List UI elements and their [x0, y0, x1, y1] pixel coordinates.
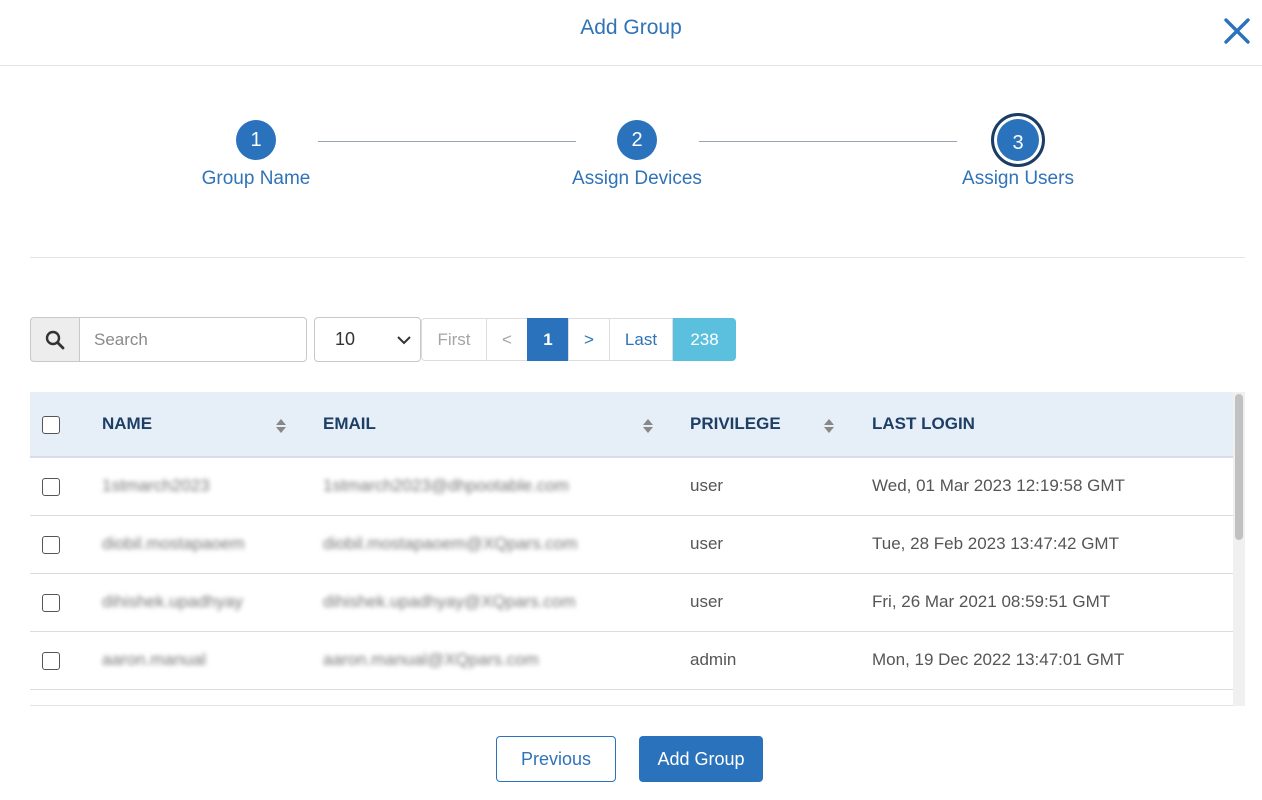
modal-header: Add Group: [0, 0, 1262, 66]
user-email: 1stmarch2023@dhpootable.com: [323, 476, 569, 496]
step-number: 2: [617, 120, 657, 160]
row-checkbox[interactable]: [42, 477, 60, 496]
pagination: First < 1 > Last 238: [421, 318, 736, 361]
table-row[interactable]: 1stmarch2023 1stmarch2023@dhpootable.com…: [30, 457, 1233, 515]
step-assign-users[interactable]: 3 Assign Users: [928, 113, 1108, 190]
chevron-down-icon: [397, 336, 411, 345]
column-header-privilege[interactable]: PRIVILEGE: [690, 392, 872, 458]
previous-button[interactable]: Previous: [496, 736, 616, 782]
search-icon: [45, 330, 65, 349]
step-label: Group Name: [201, 168, 311, 189]
step-number: 1: [236, 120, 276, 160]
total-count-badge: 238: [673, 318, 736, 361]
add-group-button[interactable]: Add Group: [639, 736, 763, 782]
step-assign-devices[interactable]: 2 Assign Devices: [547, 120, 727, 190]
pagination-prev[interactable]: <: [486, 318, 528, 361]
scrollbar-thumb[interactable]: [1235, 394, 1243, 540]
user-name: 1stmarch2023: [102, 476, 210, 496]
user-name: dihishek.upadhyay: [102, 592, 243, 611]
user-last-login: Mon, 19 Dec 2022 13:47:01 GMT: [872, 650, 1125, 669]
step-label: Assign Users: [962, 168, 1074, 189]
sort-icon[interactable]: [823, 418, 835, 434]
pagination-first[interactable]: First: [421, 318, 487, 361]
column-header-last-login[interactable]: LAST LOGIN: [872, 392, 1233, 458]
pagination-current-page[interactable]: 1: [527, 318, 569, 361]
user-privilege: admin: [690, 650, 737, 669]
search-button[interactable]: [30, 317, 80, 362]
table-row[interactable]: aaron.manual aaron.manual@XQpars.com adm…: [30, 631, 1233, 689]
user-privilege: user: [690, 534, 724, 553]
row-checkbox[interactable]: [42, 535, 60, 554]
step-connector-1-2: [318, 141, 576, 142]
table-row[interactable]: dihishek.upadhyay dihishek.upadhyay@XQpa…: [30, 573, 1233, 631]
step-label: Assign Devices: [572, 168, 702, 189]
user-privilege: user: [690, 476, 724, 496]
user-email: diobil.mostapaoem@XQpars.com: [323, 534, 578, 553]
pagination-next[interactable]: >: [568, 318, 610, 361]
step-number: 3: [991, 113, 1045, 167]
column-label: NAME: [102, 414, 153, 433]
user-name: diobil.mostapaoem: [102, 534, 245, 553]
user-last-login: Wed, 01 Mar 2023 12:19:58 GMT: [872, 476, 1125, 496]
modal-footer: Previous Add Group: [0, 736, 1262, 782]
table-scrollbar[interactable]: [1233, 392, 1245, 706]
column-label: EMAIL: [323, 414, 376, 433]
step-group-name[interactable]: 1 Group Name: [166, 120, 346, 190]
column-label: PRIVILEGE: [690, 414, 781, 433]
user-privilege: user: [690, 592, 724, 611]
step-connector-2-3: [699, 141, 957, 142]
close-button[interactable]: [1220, 14, 1254, 48]
close-icon[interactable]: [1220, 14, 1254, 48]
modal-title: Add Group: [580, 16, 682, 39]
page-size-select[interactable]: 10: [314, 317, 421, 362]
user-email: aaron.manual@XQpars.com: [323, 650, 539, 669]
section-divider: [30, 257, 1245, 258]
page-size-value: 10: [335, 329, 356, 349]
user-email: dihishek.upadhyay@XQpars.com: [323, 592, 576, 611]
users-table: NAME EMAIL PRIVILEGE LAST LOGIN 1stmarch…: [30, 392, 1245, 706]
row-checkbox[interactable]: [42, 651, 60, 670]
user-name: aaron.manual: [102, 650, 206, 669]
row-checkbox[interactable]: [42, 593, 60, 612]
column-header-name[interactable]: NAME: [102, 392, 323, 458]
user-last-login: Tue, 28 Feb 2023 13:47:42 GMT: [872, 534, 1119, 553]
select-all-checkbox[interactable]: [42, 415, 60, 434]
column-label: LAST LOGIN: [872, 414, 975, 433]
user-last-login: Fri, 26 Mar 2021 08:59:51 GMT: [872, 592, 1111, 611]
column-header-email[interactable]: EMAIL: [323, 392, 690, 458]
sort-icon[interactable]: [642, 418, 654, 434]
stepper: 1 Group Name 2 Assign Devices 3 Assign U…: [0, 66, 1262, 258]
pagination-last[interactable]: Last: [609, 318, 673, 361]
table-row[interactable]: diobil.mostapaoem diobil.mostapaoem@XQpa…: [30, 515, 1233, 573]
sort-icon[interactable]: [275, 418, 287, 434]
search-input[interactable]: [79, 317, 307, 362]
table-header-row: NAME EMAIL PRIVILEGE LAST LOGIN: [30, 392, 1233, 458]
